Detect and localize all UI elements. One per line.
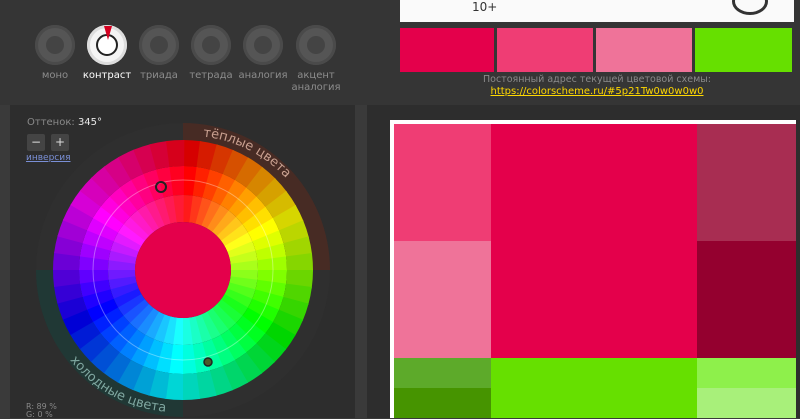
scheme-caption: Постоянный адрес текущей цветовой схемы: — [482, 74, 711, 85]
color-wheel[interactable]: тёплые цвета холодные цвета — [0, 0, 360, 418]
tone-light[interactable] — [394, 124, 491, 241]
center-swatch — [135, 222, 231, 318]
logo-circle-icon — [732, 0, 768, 15]
header-partial-text: 10+ — [472, 0, 498, 14]
swatch-2[interactable] — [497, 28, 593, 72]
comp-lighter[interactable] — [697, 388, 796, 418]
page-header-strip: 10+ — [400, 0, 794, 22]
swatch-3[interactable] — [596, 28, 692, 72]
comp-light[interactable] — [697, 358, 796, 388]
scheme-preview — [390, 120, 796, 418]
comp-darker[interactable] — [394, 388, 491, 418]
comp-dark[interactable] — [394, 358, 491, 388]
tone-main[interactable] — [491, 124, 697, 358]
swatch-4[interactable] — [695, 28, 792, 72]
tone-lighter[interactable] — [394, 241, 491, 358]
comp-main[interactable] — [491, 358, 697, 418]
tone-dark[interactable] — [697, 124, 796, 241]
scheme-link[interactable]: https://colorscheme.ru/#5p21Tw0w0w0w0 — [400, 86, 794, 97]
complement-marker[interactable] — [203, 357, 213, 367]
swatch-1[interactable] — [400, 28, 494, 72]
tone-darker[interactable] — [697, 241, 796, 358]
